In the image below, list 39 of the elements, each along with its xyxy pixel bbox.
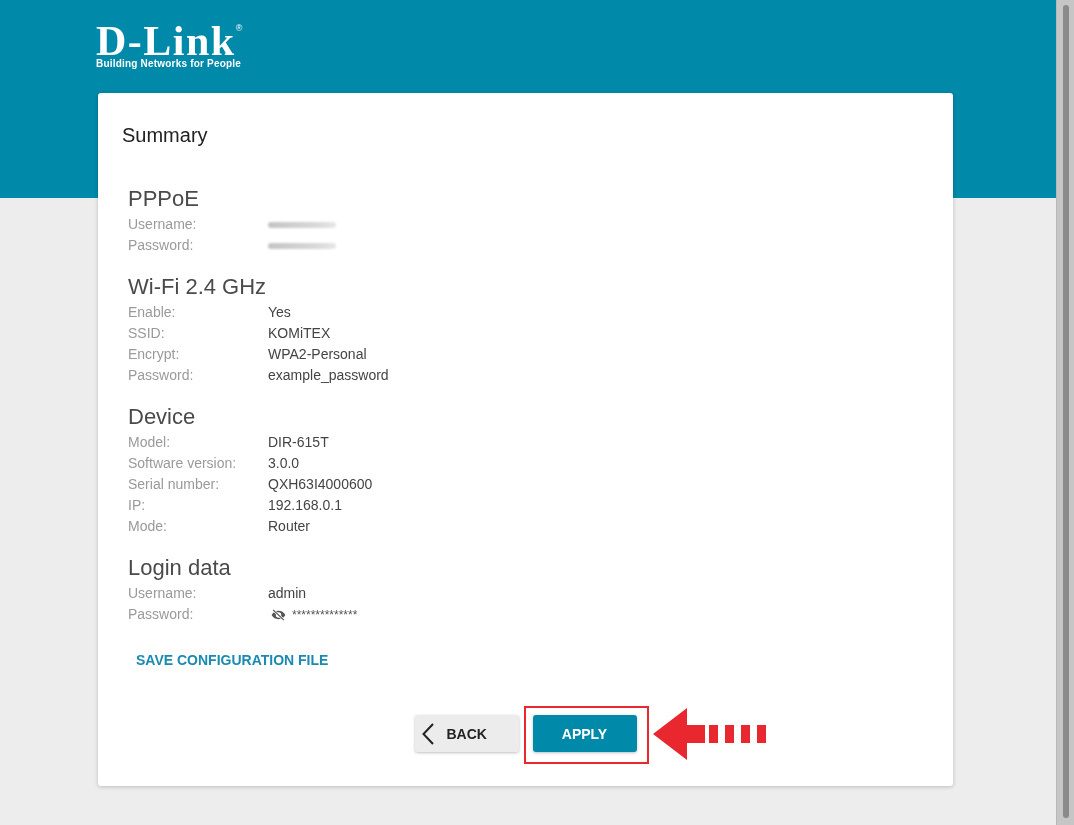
field-value: WPA2-Personal xyxy=(268,345,367,364)
logo-wordmark: D-Link$^{®}$ xyxy=(96,22,243,60)
field-label: Model: xyxy=(128,433,172,452)
field-value: 192.168.0.1 xyxy=(268,496,342,515)
apply-button[interactable]: APPLY xyxy=(532,715,637,752)
section-heading: Device xyxy=(128,404,196,430)
field-label: Enable: xyxy=(128,303,177,322)
field-value: 3.0.0 xyxy=(268,454,300,473)
scrollbar-thumb[interactable] xyxy=(1062,5,1069,818)
back-button[interactable]: BACK xyxy=(414,715,519,752)
logo-tagline: Building Networks for People xyxy=(96,58,242,70)
field-label: Password: xyxy=(128,366,195,385)
field-value: example_password xyxy=(268,366,389,385)
save-config-link[interactable]: SAVE CONFIGURATION FILE xyxy=(136,650,329,670)
field-label: Password: xyxy=(128,236,195,255)
field-value: KOMiTEX xyxy=(268,324,331,343)
field-value: QXH63I4000600 xyxy=(268,475,373,494)
blurred-value xyxy=(268,221,336,228)
field-label: Encrypt: xyxy=(128,345,181,364)
field-label: SSID: xyxy=(128,324,166,343)
field-value: Yes xyxy=(268,303,291,322)
field-label: Serial number: xyxy=(128,475,221,494)
section-heading: Login data xyxy=(128,555,231,581)
field-value: admin xyxy=(268,584,307,603)
blurred-value xyxy=(268,242,336,249)
field-label: Username: xyxy=(128,584,198,603)
field-label: IP: xyxy=(128,496,147,515)
card-title: Summary xyxy=(122,123,208,147)
section-heading: PPPoE xyxy=(128,186,199,212)
section-heading: Wi-Fi 2.4 GHz xyxy=(128,274,267,300)
field-value: DIR-615T xyxy=(268,433,329,452)
chevron-left-icon xyxy=(421,722,434,745)
masked-password: ************** xyxy=(292,607,358,622)
field-label: Password: xyxy=(128,605,195,624)
field-label: Username: xyxy=(128,215,198,234)
field-label: Mode: xyxy=(128,517,168,536)
field-label: Software version: xyxy=(128,454,238,473)
eye-off-icon[interactable] xyxy=(271,608,286,621)
field-value: Router xyxy=(268,517,311,536)
